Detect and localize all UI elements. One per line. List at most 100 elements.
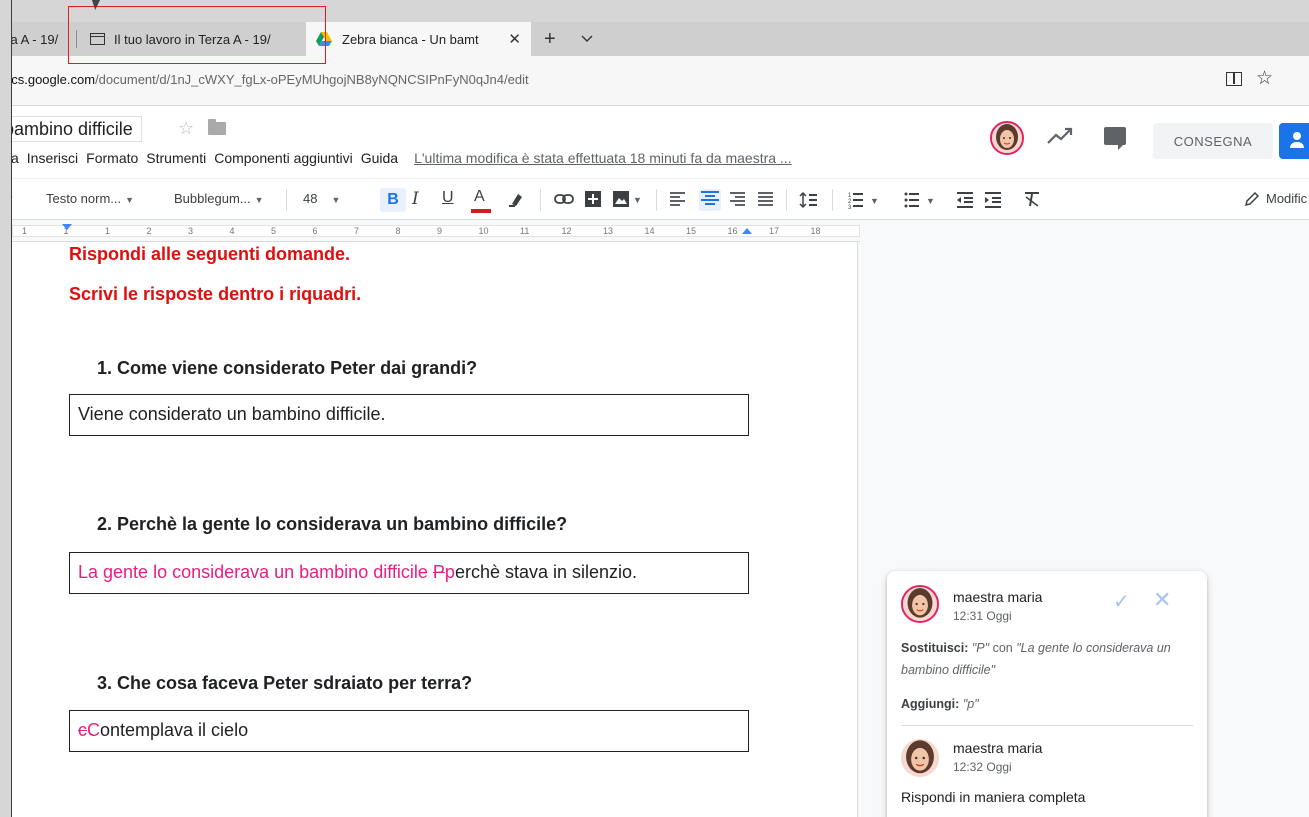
ruler-number: 5 bbox=[271, 226, 277, 236]
question-1: 1. Come viene considerato Peter dai gran… bbox=[97, 358, 478, 378]
url-field[interactable]: ocs.google.com/document/d/1nJ_cWXY_fgLx-… bbox=[4, 72, 529, 87]
font-select[interactable]: Bubblegum... ▼ bbox=[174, 191, 264, 206]
align-justify-icon[interactable] bbox=[758, 192, 773, 206]
insert-image-icon[interactable]: ▼ bbox=[612, 190, 642, 208]
ruler-number: 8 bbox=[395, 226, 401, 236]
answer-2-text: erchè stava in silenzio. bbox=[454, 562, 638, 582]
instruction-line-1: Rispondi alle seguenti domande. bbox=[69, 244, 351, 264]
question-3: 3. Che cosa faceva Peter sdraiato per te… bbox=[97, 673, 473, 693]
menu-inserisci[interactable]: Inserisci bbox=[27, 150, 78, 166]
suggested-deletion[interactable]: c bbox=[78, 720, 87, 740]
ruler-number: 13 bbox=[603, 226, 614, 236]
folder-icon[interactable] bbox=[208, 119, 226, 135]
chevron-down-icon: ▼ bbox=[331, 195, 341, 205]
numbered-list-icon[interactable]: 123 ▼ bbox=[848, 191, 882, 209]
pencil-icon[interactable] bbox=[1244, 191, 1260, 207]
toolbar-divider bbox=[540, 189, 541, 211]
instruction-line-2: Scrivi le risposte dentro i riquadri. bbox=[69, 284, 362, 304]
ruler-number: 10 bbox=[478, 226, 489, 236]
star-icon[interactable]: ☆ bbox=[178, 118, 194, 139]
url-host: ocs.google.com bbox=[4, 72, 96, 87]
suggested-insertion[interactable]: C bbox=[87, 720, 100, 740]
suggested-deletion[interactable]: P bbox=[433, 562, 445, 582]
answer-box-2[interactable]: La gente lo considerava un bambino diffi… bbox=[69, 552, 749, 594]
align-right-icon[interactable] bbox=[730, 192, 745, 206]
reject-suggestion-icon[interactable]: ✕ bbox=[1153, 587, 1171, 613]
align-left-icon[interactable] bbox=[670, 192, 685, 206]
answer-3-text: ontemplava il cielo bbox=[100, 720, 249, 740]
tab-zebra-bianca[interactable]: Zebra bianca - Un bamt ✕ bbox=[306, 22, 531, 56]
ruler-number: 18 bbox=[810, 226, 821, 236]
answer-1-text: Viene considerato un bambino difficile. bbox=[78, 404, 386, 424]
avatar[interactable] bbox=[990, 121, 1024, 155]
comment-divider bbox=[901, 725, 1193, 726]
avatar-face-icon bbox=[903, 587, 937, 621]
increase-indent-icon[interactable] bbox=[984, 191, 1002, 209]
replace-with-word: con bbox=[992, 641, 1013, 655]
decrease-indent-icon[interactable] bbox=[956, 191, 974, 209]
avatar bbox=[901, 739, 939, 777]
bulleted-list-icon[interactable]: ▼ bbox=[904, 191, 938, 209]
underline-button[interactable]: U bbox=[442, 189, 454, 207]
ruler-number: 12 bbox=[561, 226, 572, 236]
menu-componenti-aggiuntivi[interactable]: Componenti aggiuntivi bbox=[214, 150, 353, 166]
ruler-number: 1 bbox=[22, 226, 28, 236]
menu-guida[interactable]: Guida bbox=[361, 150, 398, 166]
text-color-indicator bbox=[471, 209, 491, 213]
avatar-face-icon bbox=[901, 739, 939, 777]
add-comment-icon[interactable] bbox=[584, 190, 602, 208]
suggested-insertion[interactable]: La gente lo considerava un bambino diffi… bbox=[78, 562, 433, 582]
chevron-down-icon: ▼ bbox=[254, 195, 264, 205]
answer-box-3[interactable]: cContemplava il cielo bbox=[69, 710, 749, 752]
url-path: /document/d/1nJ_cWXY_fgLx-oPEyMUhgojNB8y… bbox=[95, 72, 529, 87]
comment-thread[interactable]: maestra maria 12:31 Oggi ✓ ✕ Sostituisci… bbox=[887, 571, 1207, 817]
close-icon[interactable]: ✕ bbox=[508, 30, 521, 48]
svg-text:3: 3 bbox=[848, 205, 852, 209]
toolbar-divider bbox=[832, 189, 833, 211]
ruler-number: 3 bbox=[188, 226, 194, 236]
font-size-select[interactable]: 48 ▼ bbox=[303, 191, 340, 206]
last-edit-link[interactable]: L'ultima modifica è stata effettuata 18 … bbox=[414, 150, 792, 166]
suggestion-add: Aggiungi: "p" bbox=[901, 693, 1191, 715]
tab-label: za A - 19/ bbox=[4, 31, 59, 47]
line-spacing-icon[interactable] bbox=[798, 191, 818, 209]
accept-suggestion-icon[interactable]: ✓ bbox=[1113, 589, 1130, 614]
document-title[interactable]: bambino difficile bbox=[0, 116, 142, 142]
consegna-button[interactable]: CONSEGNA bbox=[1153, 123, 1273, 159]
chevron-down-icon[interactable] bbox=[580, 22, 594, 56]
ruler: 1 1 1 2 3 4 5 6 7 8 9 10 11 12 13 14 15 16 17 18 bbox=[0, 220, 860, 242]
link-icon[interactable] bbox=[554, 193, 574, 205]
docs-header: bambino difficile ☆ za Inserisci Formato… bbox=[0, 106, 1309, 178]
comments-icon[interactable] bbox=[1104, 127, 1126, 150]
add-value: "p" bbox=[962, 697, 979, 711]
bold-button[interactable]: B bbox=[380, 188, 406, 212]
clear-formatting-icon[interactable] bbox=[1024, 191, 1040, 207]
answer-box-1[interactable]: Viene considerato un bambino difficile. bbox=[69, 394, 749, 436]
new-tab-button[interactable]: + bbox=[544, 22, 556, 56]
formatting-toolbar: ▾ Testo norm...▼ Bubblegum...▼ 48▼ B I U… bbox=[0, 178, 1309, 220]
ruler-number: 15 bbox=[686, 226, 697, 236]
italic-button[interactable]: I bbox=[412, 189, 419, 209]
ruler-number: 6 bbox=[312, 226, 318, 236]
highlighter-icon[interactable] bbox=[508, 190, 524, 208]
ruler-number: 1 bbox=[105, 226, 111, 236]
text-color-button[interactable]: A bbox=[474, 188, 485, 206]
document-page[interactable]: Rispondi alle seguenti domande. Scrivi l… bbox=[12, 242, 858, 817]
ruler-number: 16 bbox=[727, 226, 738, 236]
menu-formato[interactable]: Formato bbox=[86, 150, 138, 166]
ruler-number: 4 bbox=[229, 226, 235, 236]
bookmark-star-icon[interactable]: ☆ bbox=[1256, 67, 1273, 90]
menu-strumenti[interactable]: Strumenti bbox=[146, 150, 206, 166]
activity-trend-icon[interactable] bbox=[1047, 126, 1073, 146]
reading-view-icon[interactable] bbox=[1226, 72, 1242, 86]
replace-from: "P" bbox=[971, 641, 990, 655]
chevron-down-icon: ▼ bbox=[125, 195, 135, 205]
window-frame-left bbox=[0, 0, 12, 817]
align-center-icon[interactable] bbox=[699, 189, 721, 211]
share-button[interactable] bbox=[1279, 123, 1309, 159]
suggested-insertion[interactable]: p bbox=[445, 562, 455, 582]
paragraph-style-select[interactable]: Testo norm... ▼ bbox=[46, 191, 134, 206]
editing-mode-label[interactable]: Modific bbox=[1266, 191, 1307, 206]
paragraph-style-value: Testo norm... bbox=[46, 191, 122, 206]
ruler-number: 7 bbox=[354, 226, 360, 236]
